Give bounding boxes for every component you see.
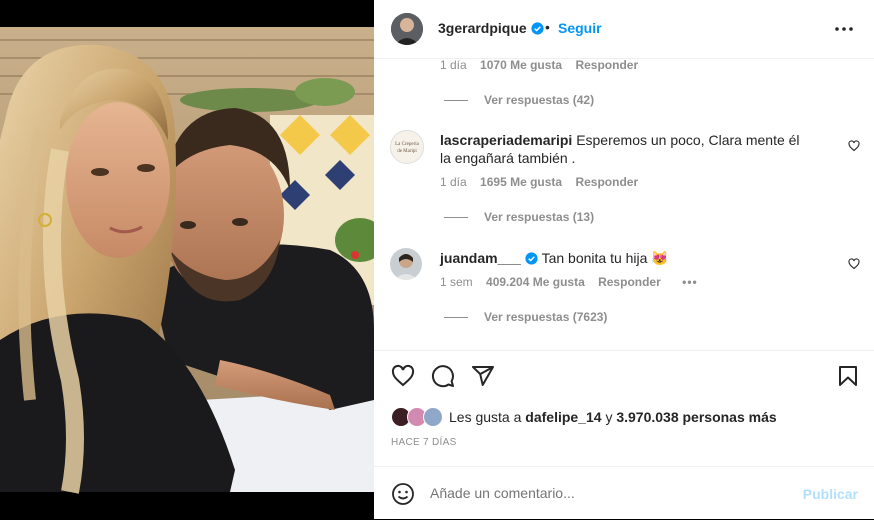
comment-text: Tan bonita tu hija 😻 — [541, 250, 669, 266]
comment-likes[interactable]: 1695 Me gusta — [480, 175, 562, 189]
likes-middle: y — [605, 409, 613, 425]
comment-body: juandam___ Tan bonita tu hija 😻 — [440, 249, 810, 267]
verified-badge-icon — [531, 22, 544, 35]
comment-like-heart-icon[interactable] — [848, 258, 860, 270]
replies-divider — [444, 216, 468, 218]
comment-bubble-icon[interactable] — [431, 364, 455, 388]
comment-time[interactable]: 1 día — [440, 58, 467, 72]
avatar-logo-text: de Maripi — [397, 149, 417, 154]
view-replies-button[interactable]: Ver respuestas (42) — [444, 93, 594, 107]
comment-like-heart-icon[interactable] — [848, 140, 860, 152]
comment-body: lascraperiademaripi Esperemos un poco, C… — [440, 131, 810, 167]
reply-button[interactable]: Responder — [575, 175, 638, 189]
commenter-avatar[interactable]: La Creperia de Maripi — [390, 130, 424, 164]
comment-meta: 1 sem 409.204 Me gusta Responder ••• — [440, 275, 698, 289]
commenter-avatar-image — [390, 248, 422, 280]
header-separator: • — [545, 19, 550, 35]
post-actions-bar — [374, 350, 874, 351]
comment-time[interactable]: 1 sem — [440, 275, 473, 289]
view-replies-button[interactable]: Ver respuestas (13) — [444, 210, 594, 224]
commenter-avatar-image: La Creperia de Maripi — [391, 131, 423, 163]
verified-badge-icon — [525, 252, 538, 265]
liker-avatar — [423, 407, 443, 427]
likes-count[interactable]: 3.970.038 personas más — [616, 409, 776, 425]
author-avatar-image — [391, 13, 423, 45]
comment-meta: 1 día 1070 Me gusta Responder — [440, 58, 638, 72]
post-photo[interactable] — [0, 0, 374, 519]
commenter-avatar[interactable] — [390, 248, 422, 280]
publish-button[interactable]: Publicar — [803, 486, 858, 502]
comment-username[interactable]: lascraperiademaripi — [440, 132, 572, 148]
author-username-text[interactable]: 3gerardpique — [438, 20, 527, 36]
more-options-icon[interactable] — [834, 19, 854, 39]
likes-summary: Les gusta a dafelipe_14 y 3.970.038 pers… — [391, 406, 777, 428]
reply-button[interactable]: Responder — [598, 275, 661, 289]
comment-likes[interactable]: 1070 Me gusta — [480, 58, 562, 72]
comment-time[interactable]: 1 día — [440, 175, 467, 189]
view-replies-label[interactable]: Ver respuestas (7623) — [484, 310, 607, 324]
comment-username[interactable]: juandam___ — [440, 250, 538, 266]
view-replies-label[interactable]: Ver respuestas (13) — [484, 210, 594, 224]
emoji-icon[interactable] — [391, 482, 415, 506]
save-bookmark-icon[interactable] — [836, 364, 860, 388]
comment-input[interactable] — [430, 485, 770, 501]
follow-button[interactable]: Seguir — [558, 20, 602, 36]
comments-list[interactable]: 1 día 1070 Me gusta Responder Ver respue… — [374, 58, 874, 350]
author-username[interactable]: 3gerardpique — [438, 20, 544, 36]
comment-composer: Publicar — [374, 466, 874, 520]
post-header: 3gerardpique • Seguir — [374, 0, 874, 59]
post-date[interactable]: HACE 7 DÍAS — [391, 437, 457, 448]
view-replies-label[interactable]: Ver respuestas (42) — [484, 93, 594, 107]
post-details-panel: 3gerardpique • Seguir 1 día 1070 Me gust… — [374, 0, 874, 519]
avatar-logo-text: La Creperia — [395, 142, 420, 147]
replies-divider — [444, 99, 468, 101]
liker-username[interactable]: dafelipe_14 — [525, 409, 601, 425]
comment-username-text[interactable]: juandam___ — [440, 250, 521, 266]
share-paper-plane-icon[interactable] — [471, 364, 495, 388]
replies-divider — [444, 316, 468, 318]
reply-button[interactable]: Responder — [575, 58, 638, 72]
view-replies-button[interactable]: Ver respuestas (7623) — [444, 310, 607, 324]
like-heart-icon[interactable] — [391, 364, 415, 388]
comment-likes[interactable]: 409.204 Me gusta — [486, 275, 585, 289]
comment-meta: 1 día 1695 Me gusta Responder — [440, 175, 638, 189]
likes-prefix: Les gusta a — [449, 409, 522, 425]
liker-avatars[interactable] — [391, 407, 443, 427]
photo-image — [0, 0, 374, 519]
comment-options-button[interactable]: ••• — [682, 275, 698, 289]
author-avatar[interactable] — [391, 13, 423, 45]
